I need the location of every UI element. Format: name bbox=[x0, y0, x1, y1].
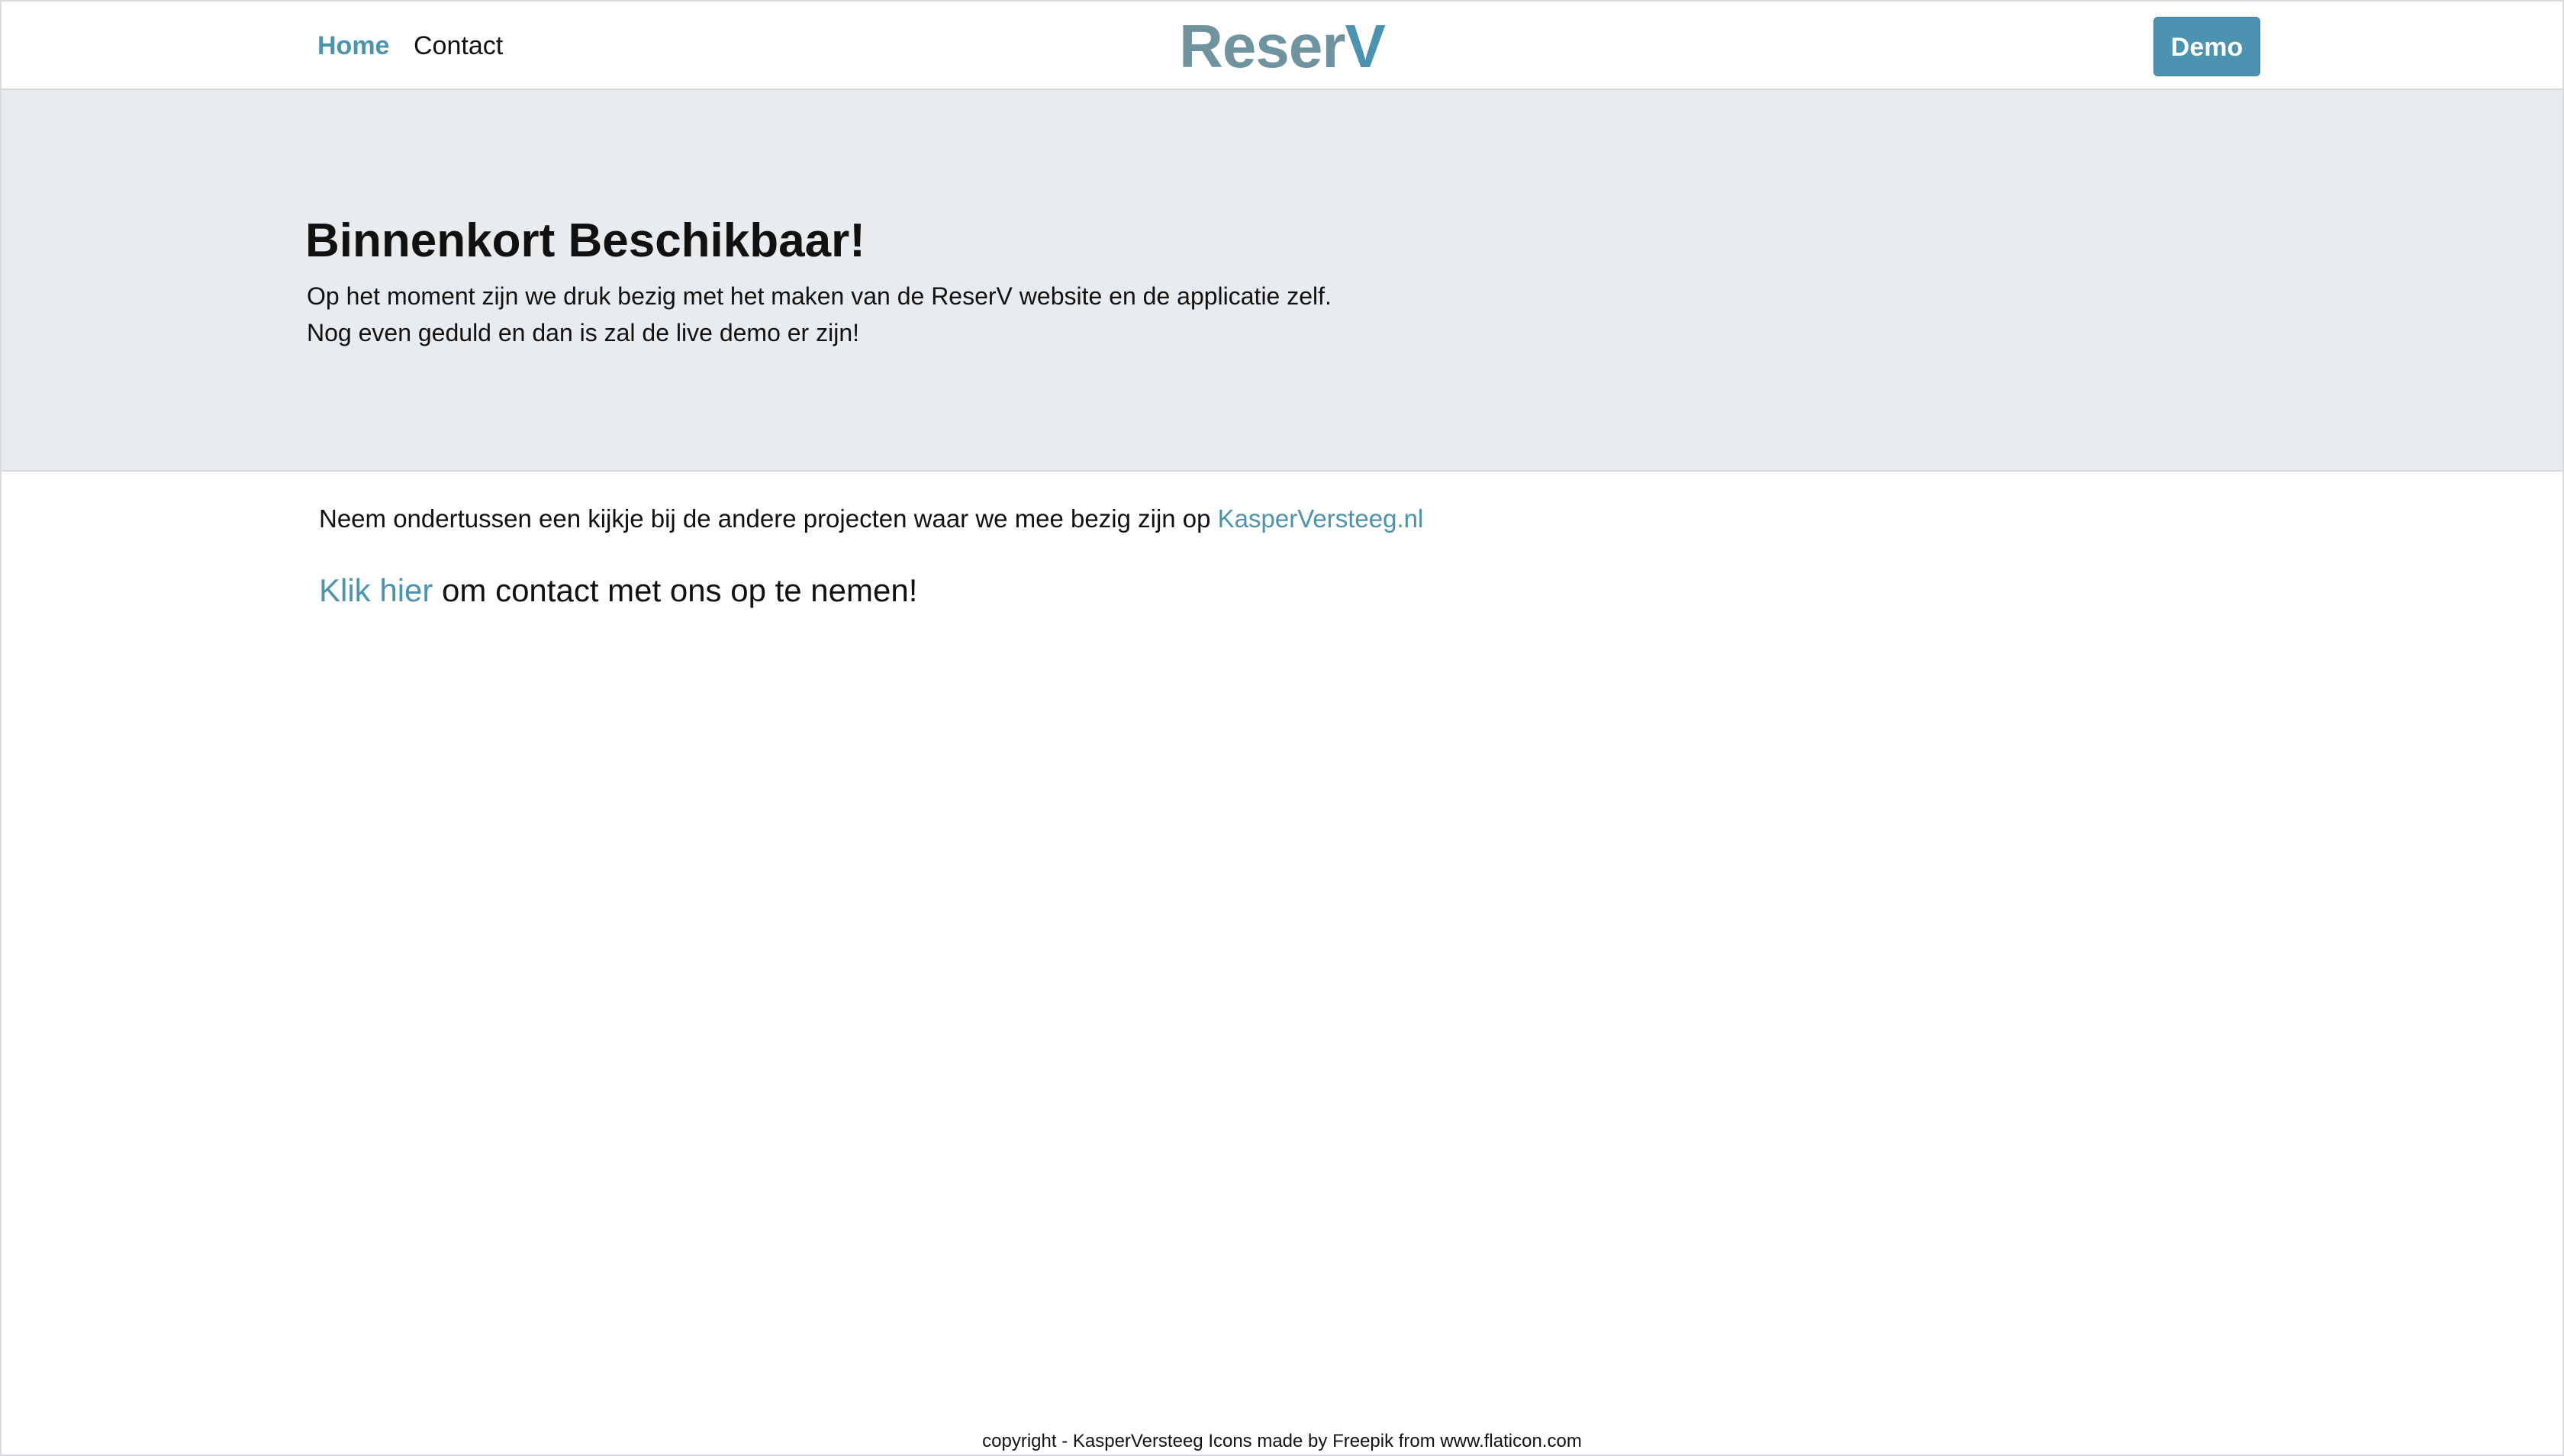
hero-text-line-2: Nog even geduld en dan is zal de live de… bbox=[307, 319, 859, 346]
hero-title: Binnenkort Beschikbaar! bbox=[305, 214, 865, 267]
hero-jumbotron: Binnenkort Beschikbaar! Op het moment zi… bbox=[2, 90, 2562, 472]
navbar: Home Contact ReserV Demo bbox=[2, 2, 2562, 90]
hero-text-line-1: Op het moment zijn we druk bezig met het… bbox=[307, 282, 1332, 310]
footer: copyright - KasperVersteeg Icons made by… bbox=[2, 1429, 2562, 1454]
contact-cta-text: om contact met ons op te nemen! bbox=[433, 572, 918, 608]
contact-cta: Klik hier om contact met ons op te nemen… bbox=[319, 569, 917, 612]
projects-paragraph: Neem ondertussen een kijkje bij de ander… bbox=[319, 501, 1423, 537]
projects-link[interactable]: KasperVersteeg.nl bbox=[1218, 504, 1424, 533]
page: Home Contact ReserV Demo Binnenkort Besc… bbox=[0, 0, 2564, 1456]
brand-logo-accent: V bbox=[1345, 12, 1386, 80]
demo-button[interactable]: Demo bbox=[2153, 17, 2260, 76]
projects-text: Neem ondertussen een kijkje bij de ander… bbox=[319, 504, 1218, 533]
contact-link[interactable]: Klik hier bbox=[319, 572, 433, 608]
footer-text: copyright - KasperVersteeg Icons made by… bbox=[982, 1431, 1582, 1451]
brand-logo-main: Reser bbox=[1179, 12, 1345, 80]
